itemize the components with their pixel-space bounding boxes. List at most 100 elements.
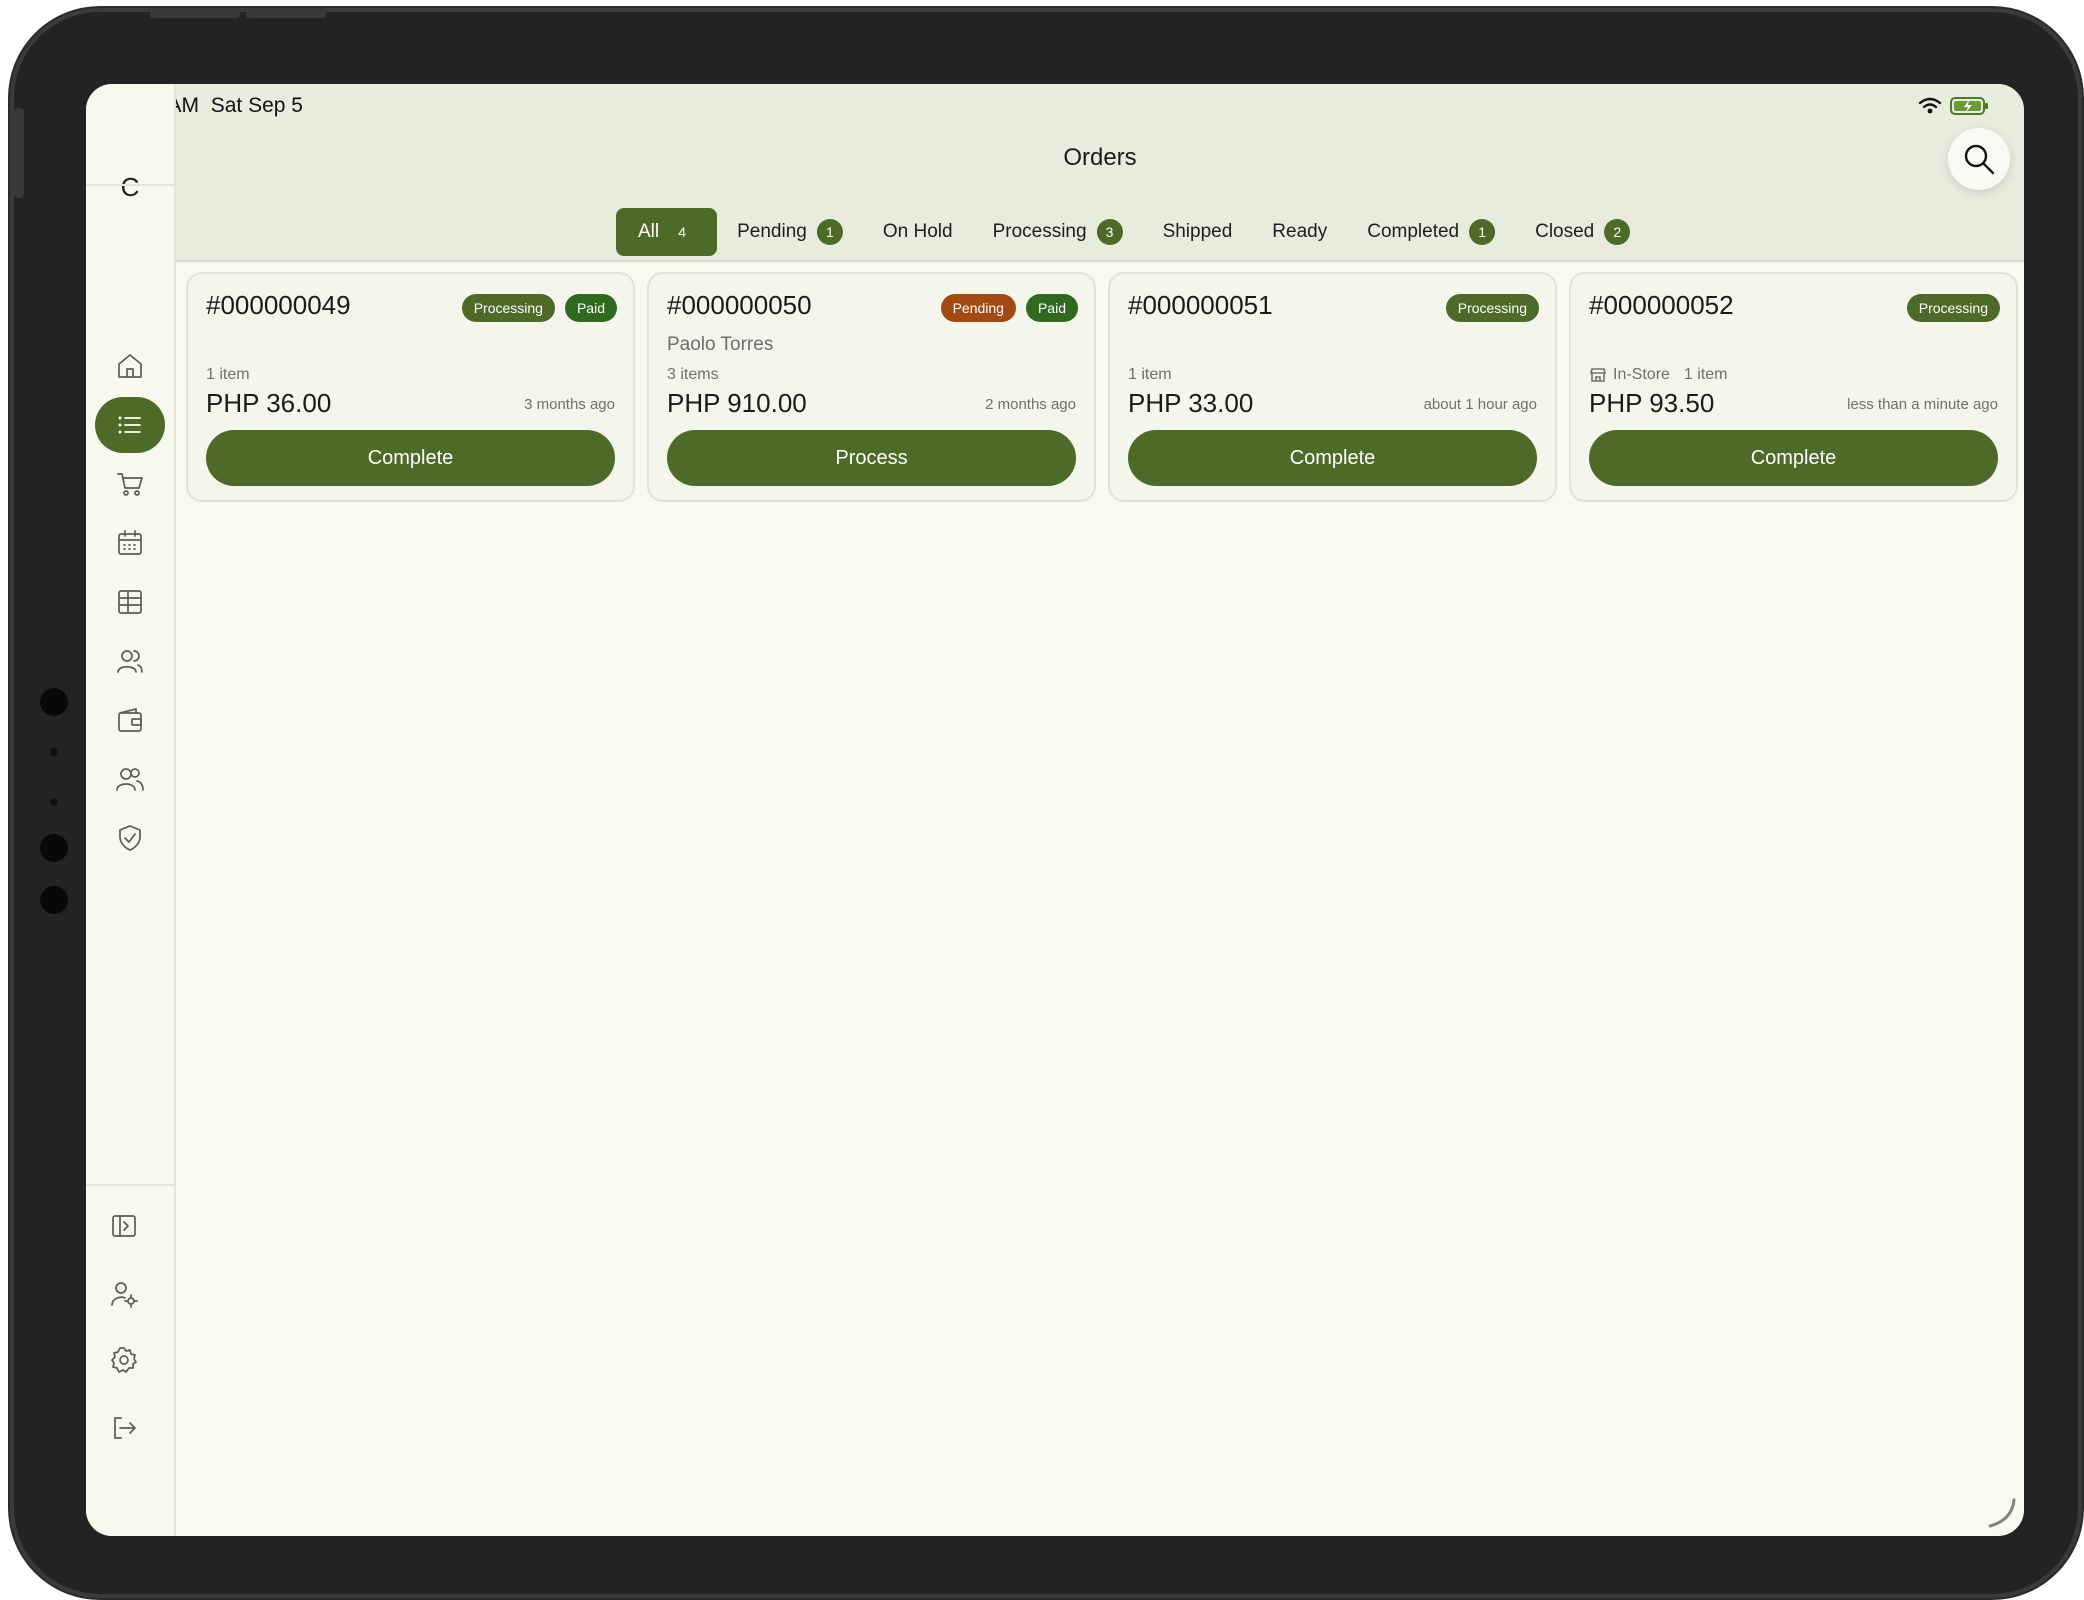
- tab-shipped[interactable]: Shipped: [1143, 208, 1253, 256]
- gear-icon: [111, 1347, 137, 1373]
- tablet-frame: 9:41 AM Sat Sep 5 Orders All4Pending1On …: [10, 8, 2082, 1598]
- status-bar-icons: [1918, 96, 1990, 116]
- logout-icon: [114, 1417, 136, 1439]
- item-count: 1 item: [206, 366, 250, 383]
- camera-dot: [40, 886, 68, 914]
- process-order-button[interactable]: Process: [667, 430, 1076, 486]
- order-meta: 3 items: [667, 366, 719, 384]
- order-timestamp: 2 months ago: [985, 396, 1076, 413]
- tab-label: Completed: [1367, 221, 1460, 242]
- workspace-logo[interactable]: C: [86, 172, 174, 203]
- complete-order-button[interactable]: Complete: [206, 430, 615, 486]
- complete-order-button[interactable]: Complete: [1128, 430, 1537, 486]
- search-button[interactable]: [1948, 128, 2010, 190]
- order-number: #000000051: [1128, 290, 1273, 320]
- order-channel-label: In-Store: [1613, 366, 1670, 383]
- sidebar-divider: [86, 184, 174, 186]
- camera-dot: [40, 688, 68, 716]
- order-card[interactable]: #000000050 Pending Paid Paolo Torres 3 items…: [647, 272, 1096, 502]
- tab-all[interactable]: All 4: [616, 208, 718, 256]
- tab-processing[interactable]: Processing 3: [973, 208, 1143, 256]
- order-card[interactable]: #000000052 Processing In-Store 1 item PHP 93…: [1569, 272, 2018, 502]
- nav-customers[interactable]: [86, 751, 174, 807]
- status-tabs: All 4 Pending 1 On Hold Processing 3 Shipped Rea…: [616, 208, 1650, 256]
- order-timestamp: about 1 hour ago: [1423, 396, 1537, 413]
- customer-name: Paolo Torres: [667, 334, 774, 355]
- nav-staff[interactable]: [86, 633, 174, 689]
- side-button: [14, 108, 24, 198]
- tab-label: Shipped: [1162, 221, 1233, 242]
- status-badge: Processing: [1906, 294, 2000, 322]
- tab-count-badge: 1: [816, 219, 843, 245]
- app-screen: 9:41 AM Sat Sep 5 Orders All4Pending1On …: [86, 84, 2024, 1536]
- nav-home[interactable]: [86, 338, 174, 394]
- camera-dot: [50, 798, 58, 806]
- nav-orders[interactable]: [86, 397, 174, 453]
- store-icon: [1589, 368, 1607, 382]
- order-total: PHP 33.00: [1128, 388, 1254, 418]
- order-total: PHP 36.00: [206, 388, 332, 418]
- nav-security[interactable]: [86, 810, 174, 866]
- account-settings-button[interactable]: [86, 1266, 168, 1322]
- nav-cart[interactable]: [86, 456, 174, 512]
- wifi-icon: [1918, 97, 1942, 114]
- page-title: Orders: [1063, 144, 1137, 171]
- order-timestamp: 3 months ago: [524, 396, 615, 413]
- settings-button[interactable]: [86, 1332, 168, 1388]
- tab-count-badge: 4: [678, 224, 687, 240]
- order-meta: 1 item: [206, 366, 250, 384]
- status-badge: Processing: [461, 294, 555, 322]
- tab-count-badge: 1: [1469, 219, 1496, 245]
- camera-dot: [50, 748, 58, 756]
- status-badge: Pending: [940, 294, 1016, 322]
- sidebar-expand-icon: [112, 1215, 136, 1237]
- sidebar-toggle-button[interactable]: [86, 1198, 168, 1254]
- nav-tables[interactable]: [86, 574, 174, 630]
- nav-wallet[interactable]: [86, 692, 174, 748]
- status-badge: Paid: [564, 294, 617, 322]
- tab-completed[interactable]: Completed 1: [1347, 208, 1515, 256]
- logout-button[interactable]: [86, 1400, 168, 1456]
- order-total: PHP 93.50: [1589, 388, 1715, 418]
- tab-label: Processing: [992, 221, 1087, 242]
- item-count: 3 items: [667, 366, 719, 383]
- order-timestamp: less than a minute ago: [1847, 396, 1998, 413]
- shield-check-icon: [119, 825, 141, 851]
- tab-label: Pending: [737, 221, 807, 242]
- tab-pending[interactable]: Pending 1: [717, 208, 863, 256]
- tab-label: All: [638, 221, 660, 242]
- calendar-icon: [118, 530, 142, 555]
- wallet-icon: [118, 708, 142, 732]
- battery-charging-icon: [1950, 97, 1988, 115]
- tab-on-hold[interactable]: On Hold: [863, 208, 973, 256]
- users-icon: [117, 650, 143, 673]
- order-number: #000000050: [667, 290, 812, 320]
- cart-icon: [117, 473, 143, 496]
- order-badges: Processing: [1906, 294, 2000, 322]
- sidebar-divider: [86, 1184, 174, 1186]
- order-total: PHP 910.00: [667, 388, 807, 418]
- orders-list-icon: [118, 416, 141, 434]
- order-card[interactable]: #000000051 Processing 1 item PHP 33.00 about…: [1108, 272, 1557, 502]
- tab-closed[interactable]: Closed 2: [1515, 208, 1650, 256]
- order-number: #000000052: [1589, 290, 1734, 320]
- tab-ready[interactable]: Ready: [1252, 208, 1347, 256]
- status-badge: Processing: [1445, 294, 1539, 322]
- nav-calendar[interactable]: [86, 515, 174, 571]
- top-button: [246, 10, 326, 18]
- order-number: #000000049: [206, 290, 351, 320]
- tab-label: On Hold: [882, 221, 953, 242]
- tab-count-badge: 2: [1604, 219, 1631, 245]
- tab-label: Closed: [1535, 221, 1595, 242]
- camera-dot: [40, 834, 68, 862]
- tab-label: Ready: [1272, 221, 1328, 242]
- order-badges: Pending Paid: [940, 294, 1078, 322]
- table-icon: [118, 590, 142, 614]
- user-settings-icon: [111, 1282, 138, 1308]
- complete-order-button[interactable]: Complete: [1589, 430, 1998, 486]
- tab-count-badge: 3: [1096, 219, 1123, 245]
- item-count: 1 item: [1128, 366, 1172, 383]
- item-count: 1 item: [1683, 366, 1728, 383]
- order-card[interactable]: #000000049 Processing Paid 1 item PHP 36.00 3…: [186, 272, 635, 502]
- order-badges: Processing Paid: [461, 294, 617, 322]
